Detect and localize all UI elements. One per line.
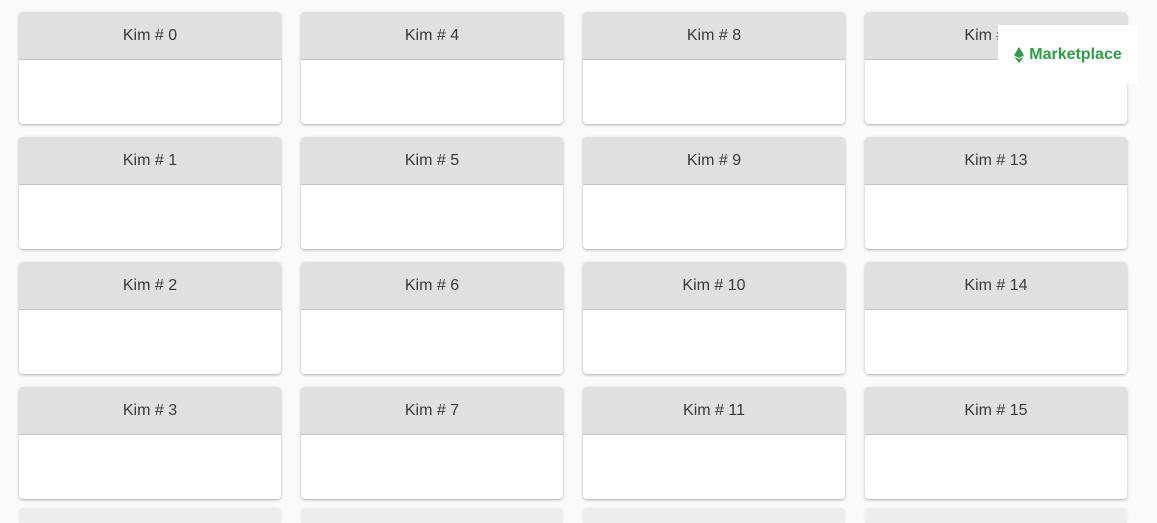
kim-card[interactable]: Kim # 4: [301, 12, 563, 124]
card-body: [19, 185, 281, 249]
card-title: Kim # 15: [865, 387, 1127, 435]
card-body: [301, 435, 563, 499]
ethereum-icon: [1014, 46, 1025, 63]
kim-card[interactable]: Kim # 13: [865, 137, 1127, 249]
marketplace-button[interactable]: Marketplace: [998, 25, 1138, 84]
kim-card[interactable]: Kim # 14: [865, 262, 1127, 374]
next-row-peek: [19, 509, 1130, 523]
card-body: [19, 310, 281, 374]
card-title: Kim # 10: [583, 262, 845, 310]
card-title: Kim # 0: [19, 12, 281, 60]
card-body: [301, 185, 563, 249]
kim-card-grid: Kim # 0 Kim # 4 Kim # 8 Kim # 12 Kim # 1 Kim …: [19, 12, 1130, 499]
card-peek: [19, 509, 281, 523]
kim-card[interactable]: Kim # 1: [19, 137, 281, 249]
card-peek: [583, 509, 845, 523]
card-title: Kim # 14: [865, 262, 1127, 310]
card-body: [19, 435, 281, 499]
kim-card[interactable]: Kim # 3: [19, 387, 281, 499]
card-title: Kim # 4: [301, 12, 563, 60]
card-body: [865, 435, 1127, 499]
card-peek: [301, 509, 563, 523]
card-body: [301, 60, 563, 124]
kim-card[interactable]: Kim # 5: [301, 137, 563, 249]
kim-card[interactable]: Kim # 2: [19, 262, 281, 374]
kim-card[interactable]: Kim # 9: [583, 137, 845, 249]
kim-card[interactable]: Kim # 10: [583, 262, 845, 374]
card-title: Kim # 9: [583, 137, 845, 185]
marketplace-label: Marketplace: [1029, 45, 1122, 63]
card-peek: [865, 509, 1127, 523]
card-body: [583, 310, 845, 374]
card-body: [301, 310, 563, 374]
kim-card[interactable]: Kim # 0: [19, 12, 281, 124]
kim-card[interactable]: Kim # 6: [301, 262, 563, 374]
card-title: Kim # 5: [301, 137, 563, 185]
card-body: [583, 60, 845, 124]
card-title: Kim # 8: [583, 12, 845, 60]
card-title: Kim # 11: [583, 387, 845, 435]
card-title: Kim # 1: [19, 137, 281, 185]
card-body: [583, 435, 845, 499]
card-title: Kim # 13: [865, 137, 1127, 185]
card-body: [583, 185, 845, 249]
card-title: Kim # 2: [19, 262, 281, 310]
kim-card[interactable]: Kim # 11: [583, 387, 845, 499]
card-body: [865, 185, 1127, 249]
card-title: Kim # 6: [301, 262, 563, 310]
card-title: Kim # 3: [19, 387, 281, 435]
card-title: Kim # 7: [301, 387, 563, 435]
kim-card[interactable]: Kim # 15: [865, 387, 1127, 499]
kim-card[interactable]: Kim # 7: [301, 387, 563, 499]
kim-card[interactable]: Kim # 8: [583, 12, 845, 124]
card-body: [19, 60, 281, 124]
card-body: [865, 310, 1127, 374]
